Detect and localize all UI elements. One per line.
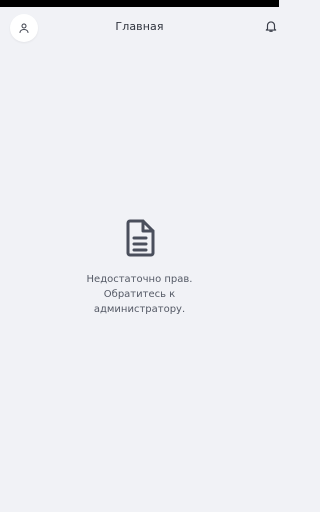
status-bar	[0, 0, 279, 7]
app-header: Главная	[0, 7, 279, 45]
access-denied-message: Недостаточно прав. Обратитесь к админист…	[86, 274, 193, 315]
bell-icon	[265, 21, 277, 32]
document-icon	[126, 219, 154, 257]
notifications-button[interactable]	[264, 18, 278, 36]
empty-state: Недостаточно прав. Обратитесь к админист…	[0, 218, 279, 317]
page-title: Главная	[115, 20, 164, 33]
